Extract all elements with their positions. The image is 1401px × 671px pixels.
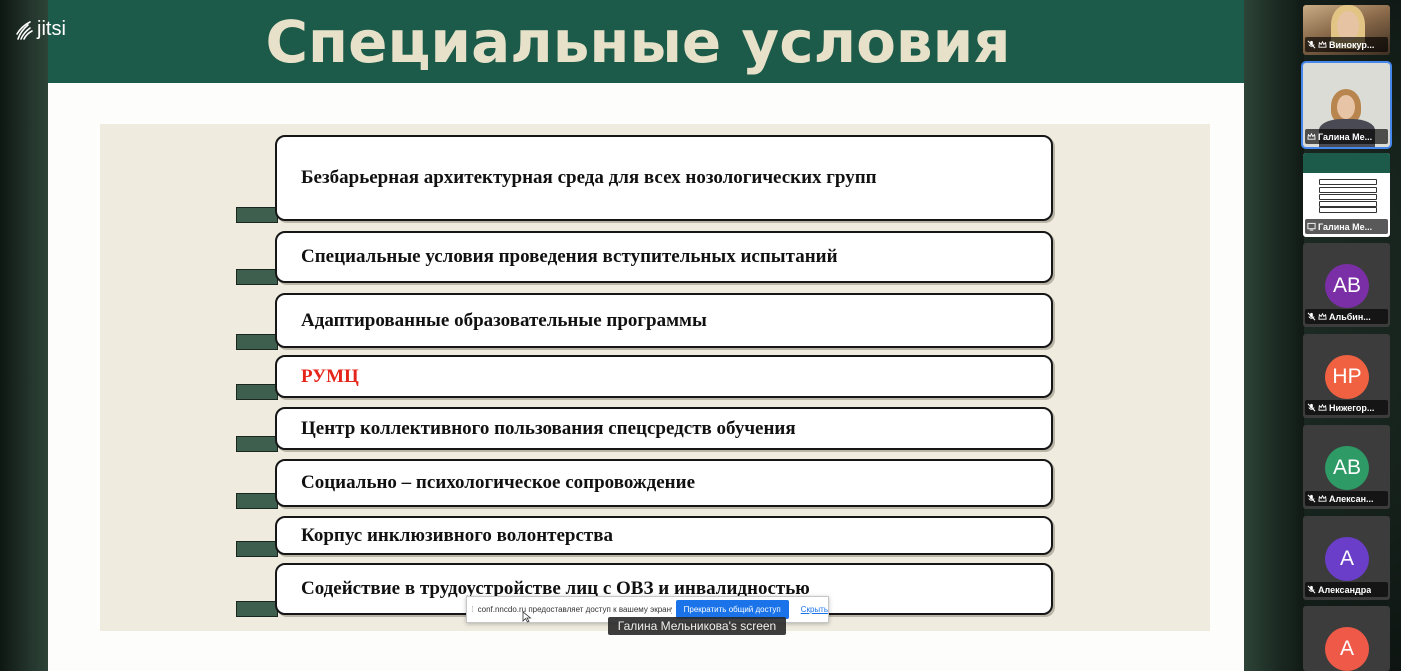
participant-name: Нижегор... [1329, 402, 1375, 413]
slide-item-text: Безбарьерная архитектурная среда для все… [301, 167, 877, 188]
participant-avatar: HP [1325, 355, 1369, 399]
slide-item-text: Центр коллективного пользования спецсред… [301, 417, 796, 439]
slide-item: Корпус инклюзивного волонтерства [275, 516, 1053, 555]
mic-muted-icon [1307, 585, 1316, 594]
participant-name-bar: Алексан... [1305, 491, 1388, 506]
mic-muted-icon [1307, 494, 1316, 503]
slide-item-tab [236, 601, 278, 617]
participant-name: Галина Ме... [1318, 131, 1373, 142]
participant-tile[interactable]: A Александра [1303, 516, 1390, 600]
jitsi-logo[interactable]: jitsi [14, 18, 66, 41]
mic-muted-icon [1307, 40, 1316, 49]
slide-item-tab [236, 541, 278, 557]
participant-name: Галина Ме... [1318, 221, 1373, 232]
participant-name-bar: Александра [1305, 582, 1388, 597]
participant-avatar: A [1325, 537, 1369, 581]
slide-header: Специальные условия [48, 0, 1244, 83]
slide-item-tab [236, 436, 278, 452]
slide-item-text: Социально – психологическое сопровождени… [301, 472, 695, 493]
moderator-crown-icon [1307, 132, 1316, 140]
moderator-crown-icon [1318, 403, 1327, 411]
participant-avatar: AB [1325, 264, 1369, 308]
slide-item: Центр коллективного пользования спецсред… [275, 407, 1053, 450]
mic-muted-icon [1307, 403, 1316, 412]
participant-tile[interactable]: A [1303, 606, 1390, 671]
slide-item-tab [236, 334, 278, 350]
moderator-crown-icon [1318, 40, 1327, 48]
hide-notification-link[interactable]: Скрыть [801, 605, 828, 614]
screen-owner-label: Галина Мельникова's screen [608, 617, 786, 635]
moderator-crown-icon [1318, 494, 1327, 502]
participant-name: Альбин... [1329, 311, 1371, 322]
participant-tile[interactable]: AB Альбин... [1303, 243, 1390, 327]
participant-tile[interactable]: Галина Ме... [1301, 61, 1392, 149]
jitsi-logo-text: jitsi [37, 18, 66, 40]
slide-item: Социально – психологическое сопровождени… [275, 459, 1053, 507]
slide-item: РУМЦ [275, 355, 1053, 398]
participant-tile[interactable]: HP Нижегор... [1303, 334, 1390, 418]
slide-item-text: Корпус инклюзивного волонтерства [301, 524, 614, 546]
drag-handle-icon[interactable]: ⁞ [467, 605, 478, 614]
jitsi-logo-icon [16, 20, 33, 40]
participant-name-bar: Галина Ме... [1305, 129, 1388, 144]
slide-item-text: Специальные условия проведения вступител… [301, 246, 838, 267]
participant-avatar: A [1325, 627, 1369, 671]
slide-item-tab [236, 493, 278, 509]
slide-title: Специальные условия [265, 8, 1011, 76]
screen-share-icon [1307, 222, 1316, 231]
slide-item: Специальные условия проведения вступител… [275, 231, 1053, 283]
participant-tile[interactable]: AB Алексан... [1303, 425, 1390, 509]
participant-name-bar: Винокур... [1305, 37, 1388, 52]
participant-name: Александра [1318, 584, 1372, 595]
slide-item-text: Адаптированные образовательные программы [301, 309, 707, 331]
participant-tile[interactable]: Галина Ме... [1303, 153, 1390, 237]
mic-muted-icon [1307, 312, 1316, 321]
share-message: conf.nncdo.ru предоставляет доступ к ваш… [477, 605, 672, 614]
stage-right-backdrop [1244, 0, 1304, 671]
participant-name-bar: Альбин... [1305, 309, 1388, 324]
stage-left-backdrop [0, 0, 48, 671]
conference-stage: Специальные условия Безбарьерная архитек… [0, 0, 1401, 671]
participant-name: Винокур... [1329, 39, 1375, 50]
slide-item-text: РУМЦ [301, 365, 359, 387]
participant-avatar: AB [1325, 446, 1369, 490]
shared-screen-slide: Специальные условия Безбарьерная архитек… [48, 0, 1244, 671]
participant-name-bar: Нижегор... [1305, 400, 1388, 415]
participant-tile[interactable]: Винокур... [1303, 5, 1390, 55]
slide-item-tab [236, 384, 278, 400]
mouse-cursor-icon [522, 611, 532, 623]
participant-name: Алексан... [1329, 493, 1374, 504]
slide-item-tab [236, 207, 278, 223]
slide-item: Безбарьерная архитектурная среда для все… [275, 135, 1053, 221]
slide-item: Адаптированные образовательные программы [275, 293, 1053, 348]
moderator-crown-icon [1318, 312, 1327, 320]
slide-item-tab [236, 269, 278, 285]
participant-name-bar: Галина Ме... [1305, 219, 1388, 234]
